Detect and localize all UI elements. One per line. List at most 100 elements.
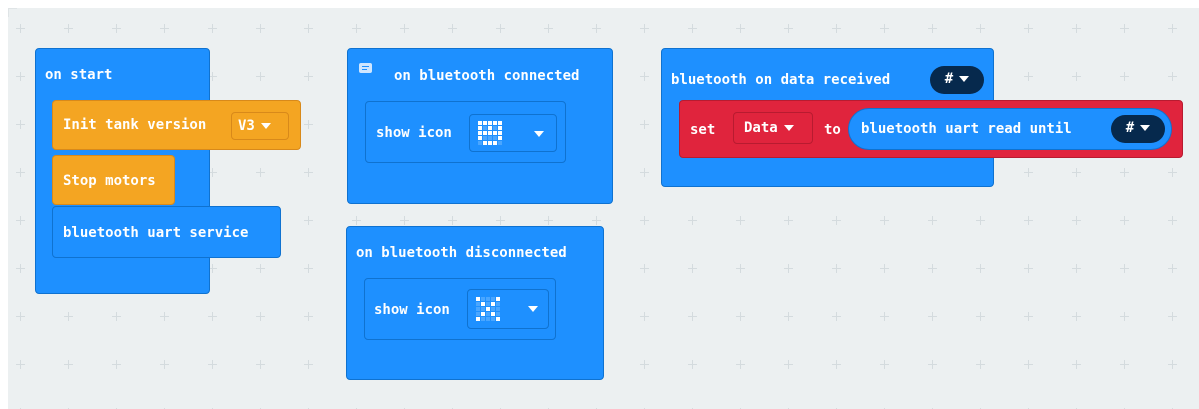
blocks-workspace[interactable]: on start Init tank version V3 Stop motor… [8,8,1199,409]
bluetooth-uart-service-block[interactable]: bluetooth uart service [52,206,281,258]
grid-marker [448,216,457,225]
led-on [478,131,482,135]
led-off [488,136,492,140]
led-off [476,302,480,306]
chevron-down-icon [534,131,544,137]
grid-marker [640,72,649,81]
grid-marker [400,216,409,225]
uart-read-until-block[interactable]: bluetooth uart read until # [848,108,1172,150]
grid-marker [112,360,121,369]
grid-marker [880,312,889,321]
set-variable-block[interactable]: set Data to bluetooth uart read until # [679,100,1183,158]
led-off [491,307,495,311]
led-on [491,312,495,316]
grid-marker [784,360,793,369]
grid-marker [304,120,313,129]
grid-marker [640,360,649,369]
grid-marker [1168,72,1177,81]
grid-marker [256,24,265,33]
grid-marker [640,120,649,129]
grid-marker [832,216,841,225]
grid-marker [1168,24,1177,33]
grid-marker [640,312,649,321]
grid-marker [1024,168,1033,177]
read-delimiter-value: # [1125,120,1135,136]
grid-marker [16,24,25,33]
chevron-down-icon [1140,125,1151,131]
grid-marker [64,360,73,369]
led-on [496,317,500,321]
led-off [491,297,495,301]
grid-marker [640,24,649,33]
disconnected-icon-dropdown[interactable] [467,289,549,329]
to-label: to [824,122,841,138]
grid-marker [688,216,697,225]
grid-marker [352,216,361,225]
grid-marker [736,360,745,369]
led-on [483,121,487,125]
chevron-down-icon [260,123,271,129]
led-off [491,317,495,321]
led-on [493,121,497,125]
grid-marker [1024,264,1033,273]
led-on [498,131,502,135]
comment-icon[interactable] [359,63,372,73]
grid-marker [880,264,889,273]
grid-marker [256,264,265,273]
grid-marker [1168,216,1177,225]
led-off [486,317,490,321]
grid-marker [784,312,793,321]
grid-marker [1072,360,1081,369]
init-tank-block[interactable]: Init tank version V3 [52,100,301,150]
connected-show-icon-block[interactable]: show icon [365,101,566,163]
set-label: set [690,122,716,138]
tank-version-value: V3 [238,118,255,134]
data-received-label: bluetooth on data received [671,72,891,88]
led-off [483,136,487,140]
chevron-down-icon [959,76,970,82]
chevron-down-icon [528,306,538,312]
read-delimiter-dropdown[interactable]: # [1111,115,1165,143]
grid-marker [1120,168,1129,177]
grid-marker [736,264,745,273]
grid-marker [160,24,169,33]
led-on [493,131,497,135]
led-on [478,136,482,140]
grid-marker [304,312,313,321]
led-matrix-icon [476,297,501,322]
grid-marker [688,264,697,273]
data-received-delimiter-dropdown[interactable]: # [930,66,984,94]
grid-marker [832,24,841,33]
grid-marker [352,24,361,33]
led-off [496,307,500,311]
grid-marker [640,264,649,273]
grid-marker [1168,312,1177,321]
connected-label: on bluetooth connected [394,68,580,84]
led-on [496,297,500,301]
grid-marker [1024,312,1033,321]
grid-marker [16,72,25,81]
grid-marker [784,24,793,33]
grid-marker [1120,264,1129,273]
grid-marker [16,264,25,273]
grid-marker [784,264,793,273]
led-off [486,312,490,316]
disconnected-show-icon-block[interactable]: show icon [364,278,556,340]
led-on [498,126,502,130]
grid-marker [1168,168,1177,177]
led-on [483,131,487,135]
grid-marker [304,264,313,273]
grid-marker [64,24,73,33]
led-on [481,312,485,316]
tank-version-dropdown[interactable]: V3 [231,112,289,140]
grid-marker [16,360,25,369]
led-off [498,141,502,145]
stop-motors-block[interactable]: Stop motors [52,155,175,205]
grid-marker [1120,24,1129,33]
connected-icon-dropdown[interactable] [469,114,557,152]
led-off [496,302,500,306]
led-on [488,121,492,125]
led-on [498,121,502,125]
grid-marker [16,312,25,321]
variable-dropdown[interactable]: Data [733,112,813,144]
